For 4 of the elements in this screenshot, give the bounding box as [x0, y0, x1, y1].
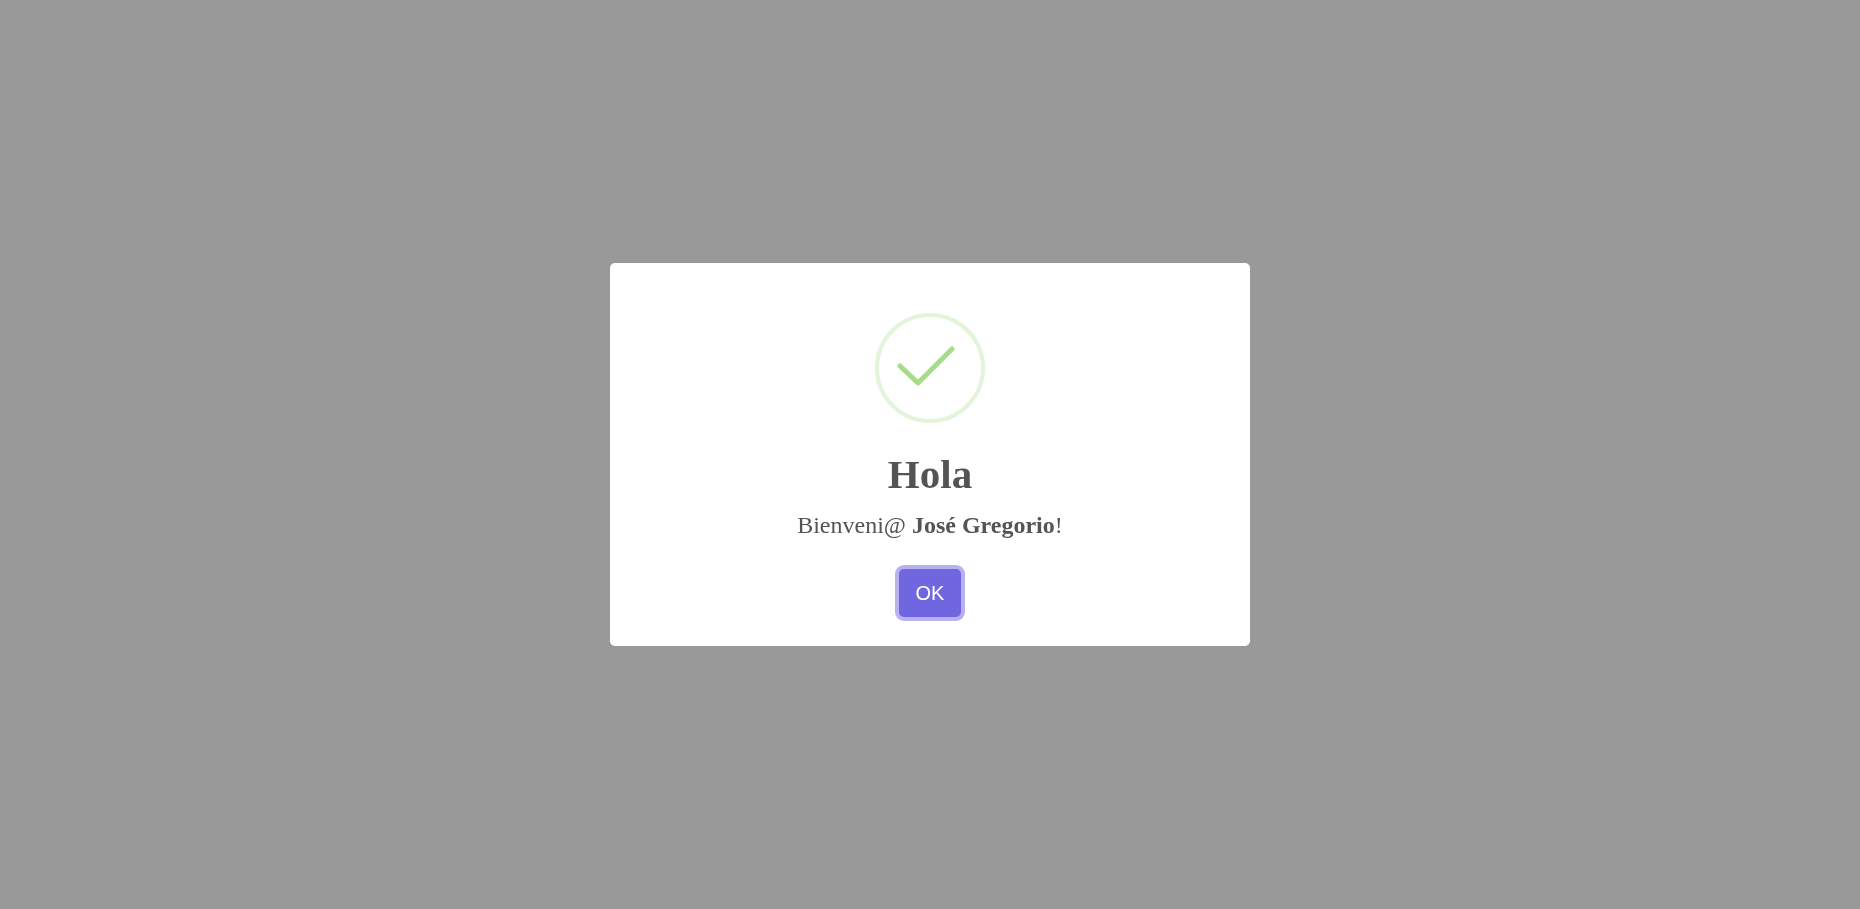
ok-button[interactable]: OK — [898, 569, 962, 618]
welcome-message: Bienveni@ José Gregorio! — [796, 511, 1064, 540]
success-check-icon — [874, 311, 986, 424]
dialog-title: Hola — [886, 449, 974, 499]
